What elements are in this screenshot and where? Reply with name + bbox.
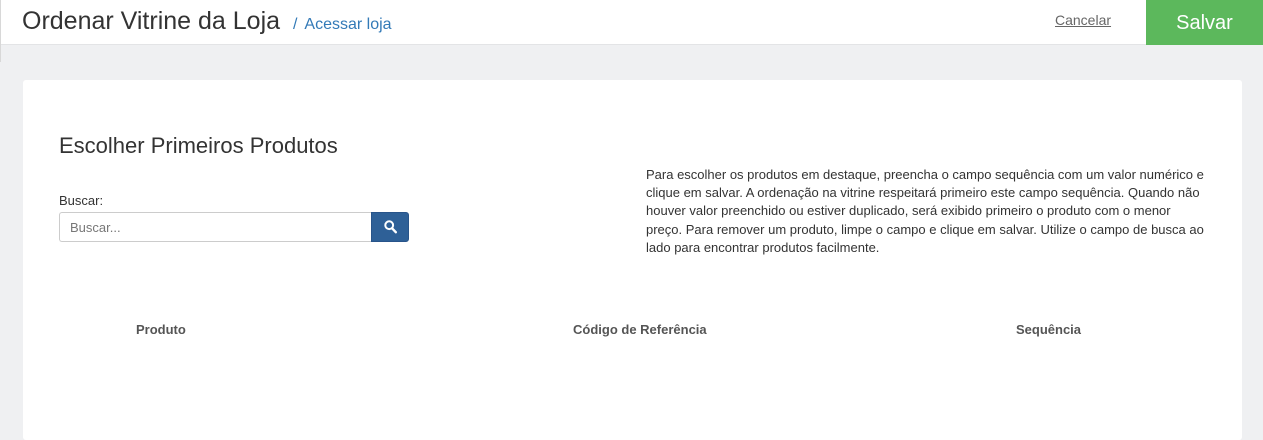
top-bar: Ordenar Vitrine da Loja / Acessar loja C…	[0, 0, 1263, 45]
section-title: Escolher Primeiros Produtos	[59, 133, 338, 158]
search-input[interactable]	[59, 212, 372, 242]
search-label: Buscar:	[59, 193, 104, 208]
save-button[interactable]: Salvar	[1146, 0, 1263, 45]
left-divider	[0, 0, 1, 62]
column-header-produto[interactable]: Produto	[136, 322, 186, 338]
column-header-sequencia[interactable]: Sequência	[1016, 322, 1081, 338]
content-card: Escolher Primeiros Produtos Buscar: Para…	[23, 80, 1242, 440]
access-store-link[interactable]: Acessar loja	[304, 16, 391, 33]
cancel-link[interactable]: Cancelar	[1055, 11, 1111, 29]
search-button[interactable]	[371, 212, 409, 242]
column-header-codigo-referencia[interactable]: Código de Referência	[573, 322, 707, 338]
breadcrumb-separator: /	[293, 16, 298, 33]
page-title-text: Ordenar Vitrine da Loja	[22, 7, 281, 35]
help-text: Para escolher os produtos em destaque, p…	[646, 167, 1204, 255]
page-title: Ordenar Vitrine da Loja / Acessar loja	[22, 5, 392, 41]
search-icon	[384, 220, 397, 234]
